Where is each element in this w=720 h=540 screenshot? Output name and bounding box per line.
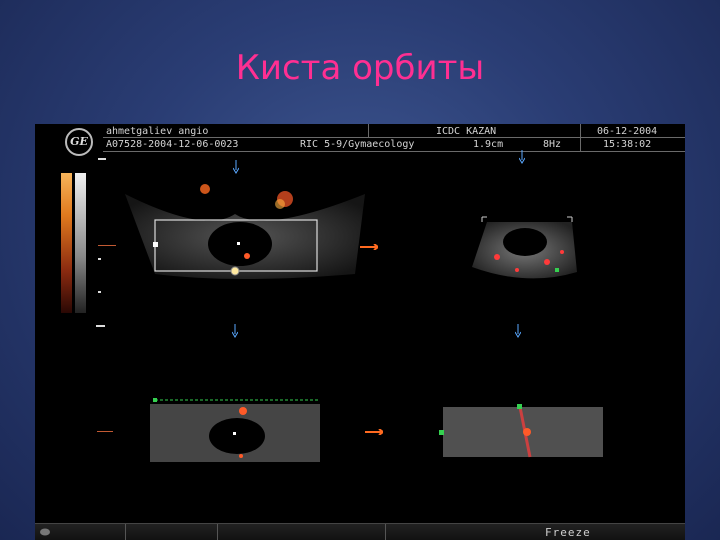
blue-down-arrow-icon — [232, 324, 238, 338]
probe-label: RIC 5-9/Gymaecology — [300, 139, 415, 150]
scale-tick — [98, 258, 101, 260]
scale-tick — [98, 158, 106, 160]
ultrasound-view-bottom-right — [439, 404, 603, 458]
scale-tick — [97, 431, 113, 432]
freeze-button[interactable]: Freeze — [545, 526, 591, 539]
header-divider — [368, 124, 369, 137]
ge-logo-icon: GE — [65, 128, 93, 156]
doppler-color-bar — [61, 173, 72, 313]
orange-arrow-marker-icon — [365, 429, 383, 435]
blue-down-arrow-icon — [519, 150, 525, 164]
frequency-value: 8Hz — [543, 139, 562, 150]
exam-id: A07528-2004-12-06-0023 — [106, 139, 239, 150]
scale-tick — [98, 245, 116, 246]
orange-arrow-marker-icon — [360, 244, 378, 250]
status-divider — [385, 524, 386, 540]
grayscale-bar — [75, 173, 86, 313]
depth-value: 1.9cm — [473, 139, 504, 150]
ultrasound-view-bottom-left — [150, 398, 320, 462]
status-divider — [217, 524, 218, 540]
header-divider — [580, 124, 581, 151]
ultrasound-view-top-right — [472, 216, 577, 279]
blue-down-arrow-icon — [515, 324, 521, 338]
status-divider — [125, 524, 126, 540]
time-value: 15:38:02 — [603, 139, 652, 150]
scale-tick — [98, 291, 101, 293]
blue-down-arrow-icon — [233, 160, 239, 174]
status-ellipse-icon — [40, 528, 50, 536]
scale-tick — [96, 325, 105, 327]
header-divider — [103, 151, 685, 152]
slide-title: Киста орбиты — [235, 48, 485, 88]
ultrasound-view-top-left — [125, 184, 365, 279]
ultrasound-screen: GE ahmetgaliev angio A07528-2004-12-06-0… — [35, 124, 685, 540]
header-divider — [103, 137, 685, 138]
